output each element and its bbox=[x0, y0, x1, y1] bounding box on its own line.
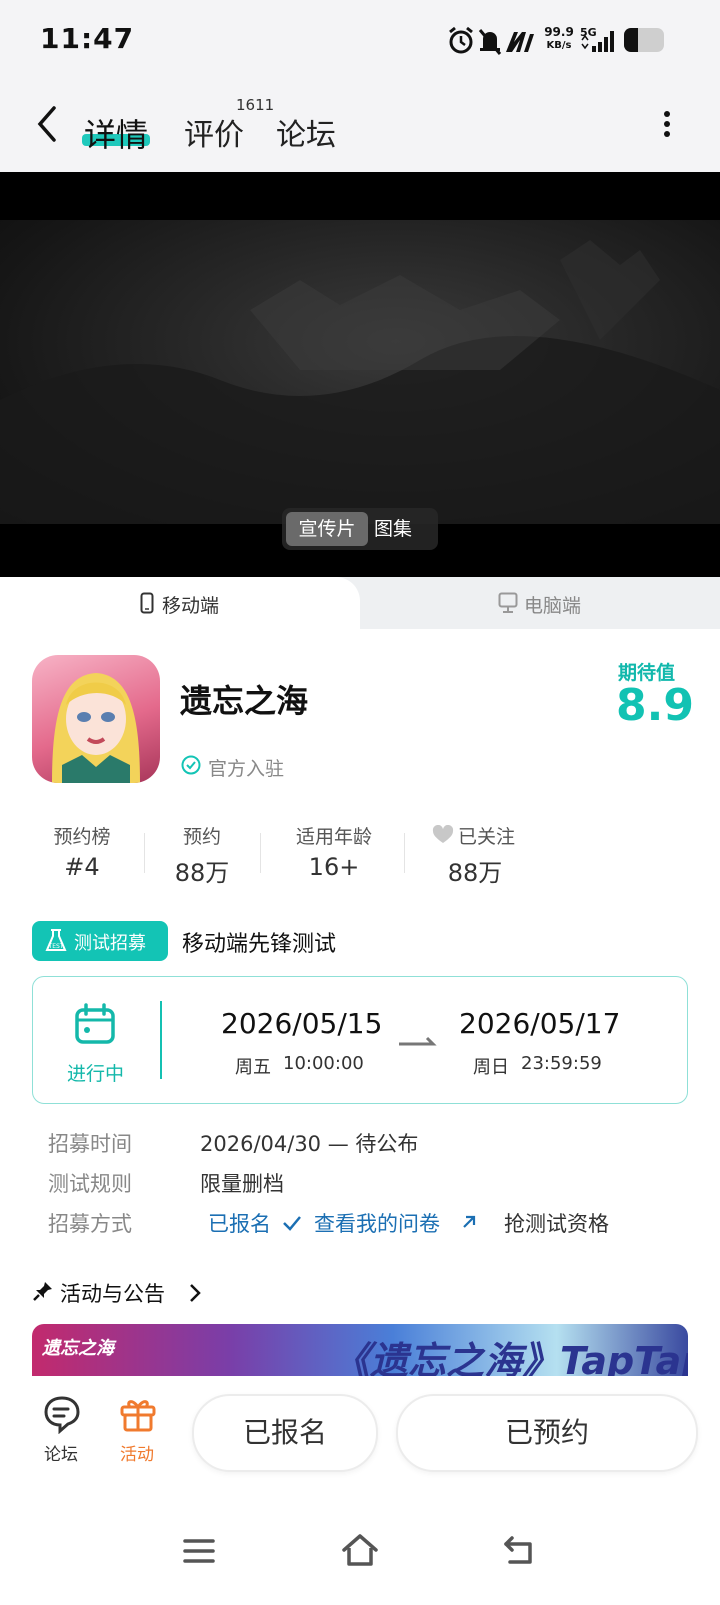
recruit-time-value: 2026/04/30 — 待公布 bbox=[200, 1132, 419, 1156]
end-date: 2026/05/17 bbox=[459, 1007, 621, 1040]
external-link-icon bbox=[463, 1215, 476, 1228]
official-label: 官方入驻 bbox=[208, 758, 285, 780]
bottom-action-bar: 论坛 活动 已报名 已预约 bbox=[0, 1376, 720, 1480]
video-player[interactable]: 宣传片 图集 bbox=[0, 172, 720, 577]
video-frame bbox=[0, 220, 720, 524]
tab-mobile[interactable]: 移动端 bbox=[0, 577, 360, 629]
stat-follow-value: 88万 bbox=[447, 859, 503, 887]
stat-rank-label: 预约榜 bbox=[53, 826, 111, 848]
start-time: 10:00:00 bbox=[283, 1053, 364, 1074]
stat-age-label: 适用年龄 bbox=[295, 826, 372, 848]
media-tab-trailer[interactable]: 宣传片 bbox=[286, 512, 368, 546]
calendar-icon bbox=[75, 1003, 115, 1044]
stat-follow-label: 已关注 bbox=[458, 826, 516, 848]
svg-text:TEST: TEST bbox=[48, 943, 64, 950]
stat-age-value: 16+ bbox=[308, 853, 360, 881]
app-icon bbox=[32, 655, 160, 783]
activity-banner[interactable]: 遗忘之海 《遗忘之海》TapTap bbox=[32, 1324, 688, 1376]
stat-divider bbox=[404, 833, 405, 873]
start-day: 周五 bbox=[235, 1057, 271, 1078]
end-day: 周日 bbox=[473, 1057, 509, 1078]
more-menu-icon[interactable] bbox=[660, 106, 674, 146]
media-tabs: 宣传片 图集 bbox=[282, 508, 438, 550]
home-icon[interactable] bbox=[340, 1532, 380, 1568]
app-title: 遗忘之海 bbox=[180, 682, 309, 720]
app-icon-art bbox=[52, 673, 140, 783]
grab-qualification-link[interactable]: 抢测试资格 bbox=[504, 1208, 609, 1238]
heart-icon bbox=[432, 825, 454, 843]
recruit-title: 移动端先锋测试 bbox=[182, 932, 337, 957]
alarm-icon bbox=[449, 26, 473, 54]
top-nav: 详情 评价 1611 论坛 bbox=[0, 82, 720, 172]
stat-reserve-value: 88万 bbox=[174, 859, 230, 887]
banner-logo: 遗忘之海 bbox=[42, 1338, 114, 1359]
tab-forum[interactable]: 论坛 bbox=[276, 110, 336, 154]
test-status: 进行中 bbox=[67, 1063, 125, 1085]
stat-rank-value: #4 bbox=[64, 853, 100, 881]
mute-bell-icon bbox=[478, 29, 502, 55]
phone-icon bbox=[140, 592, 154, 614]
back-icon[interactable] bbox=[502, 1534, 536, 1566]
recruit-badge-label: 测试招募 bbox=[74, 933, 146, 954]
signed-up-link[interactable]: 已报名 bbox=[208, 1208, 271, 1238]
network-speed-unit: KB/s bbox=[546, 40, 572, 51]
gift-icon bbox=[120, 1400, 156, 1432]
tab-review[interactable]: 评价 bbox=[184, 110, 244, 154]
expectation-score: 8.9 bbox=[616, 680, 694, 731]
stat-reserve-label: 预约 bbox=[182, 826, 221, 848]
test-date-card: 进行中 2026/05/15 周五 10:00:00 2026/05/17 周日… bbox=[32, 976, 688, 1104]
back-arrow-icon[interactable] bbox=[34, 104, 60, 144]
system-nav-bar bbox=[0, 1500, 720, 1605]
network-speed-value: 99.9 bbox=[544, 25, 574, 39]
start-date: 2026/05/15 bbox=[221, 1007, 383, 1040]
forum-button[interactable]: 论坛 bbox=[36, 1394, 88, 1465]
test-rules-value: 限量删档 bbox=[200, 1172, 284, 1196]
card-divider bbox=[160, 1001, 162, 1079]
signed-up-button[interactable]: 已报名 bbox=[192, 1394, 378, 1472]
activity-label: 活动 bbox=[120, 1445, 154, 1465]
pin-icon bbox=[33, 1282, 52, 1301]
platform-tabs: 移动端 电脑端 bbox=[0, 577, 720, 629]
test-rules-label: 测试规则 bbox=[48, 1172, 132, 1196]
battery-icon bbox=[624, 28, 664, 52]
tab-detail[interactable]: 详情 bbox=[84, 110, 148, 156]
date-range-arrow-icon bbox=[399, 1036, 437, 1046]
test-tube-icon: TEST bbox=[45, 929, 67, 951]
network-speed: 99.9 KB/s bbox=[542, 26, 576, 52]
banner-text: 《遗忘之海》TapTap bbox=[332, 1339, 688, 1376]
review-count-badge: 1611 bbox=[236, 96, 275, 114]
forum-label: 论坛 bbox=[44, 1445, 78, 1465]
media-tab-gallery[interactable]: 图集 bbox=[374, 512, 412, 546]
activity-button[interactable]: 活动 bbox=[112, 1394, 164, 1465]
chevron-right-icon[interactable] bbox=[188, 1282, 202, 1304]
reserved-button[interactable]: 已预约 bbox=[396, 1394, 698, 1472]
video-scene-art bbox=[0, 240, 720, 524]
tab-desktop[interactable]: 电脑端 bbox=[360, 577, 720, 629]
recruit-time-label: 招募时间 bbox=[48, 1132, 132, 1156]
stat-divider bbox=[144, 833, 145, 873]
menu-icon[interactable] bbox=[182, 1536, 216, 1566]
recruit-method-label: 招募方式 bbox=[48, 1212, 132, 1236]
stat-divider bbox=[260, 833, 261, 873]
tab-mobile-label: 移动端 bbox=[162, 595, 220, 617]
recruit-badge: TEST 测试招募 bbox=[32, 921, 168, 961]
activities-title[interactable]: 活动与公告 bbox=[60, 1278, 165, 1308]
monitor-icon bbox=[498, 592, 518, 613]
verified-icon bbox=[181, 755, 201, 775]
signal-icon bbox=[581, 31, 614, 52]
clock-time: 11:47 bbox=[40, 22, 135, 55]
tab-desktop-label: 电脑端 bbox=[524, 595, 582, 617]
carrier-icon bbox=[506, 32, 534, 52]
status-bar: 11:47 99.9 KB/s 5G bbox=[0, 0, 720, 82]
forum-chat-icon bbox=[44, 1396, 80, 1434]
end-time: 23:59:59 bbox=[521, 1053, 602, 1074]
view-survey-link[interactable]: 查看我的问卷 bbox=[314, 1208, 440, 1238]
check-icon bbox=[283, 1216, 301, 1231]
